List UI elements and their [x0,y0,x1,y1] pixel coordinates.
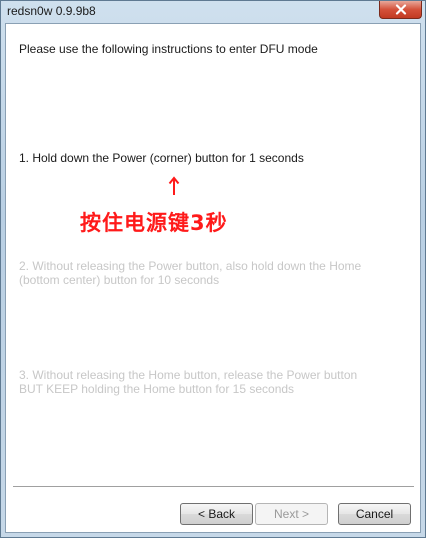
up-arrow-icon [168,176,180,195]
close-button[interactable] [379,1,422,19]
annotation-text: 按住电源键3秒 [80,211,228,235]
step-3-text: 3. Without releasing the Home button, re… [19,368,358,396]
step-2-text: 2. Without releasing the Power button, a… [19,259,362,287]
back-button[interactable]: < Back [180,503,253,525]
wizard-content: Please use the following instructions to… [5,23,421,533]
footer-separator [13,486,414,488]
title-bar[interactable]: redsn0w 0.9.9b8 [1,1,425,23]
wizard-window: redsn0w 0.9.9b8 Please use the following… [0,0,426,538]
window-title: redsn0w 0.9.9b8 [7,4,96,18]
cancel-button[interactable]: Cancel [338,503,411,525]
intro-text: Please use the following instructions to… [19,42,318,56]
close-icon [395,4,406,15]
step-1-text: 1. Hold down the Power (corner) button f… [19,151,304,165]
next-button[interactable]: Next > [255,503,328,525]
